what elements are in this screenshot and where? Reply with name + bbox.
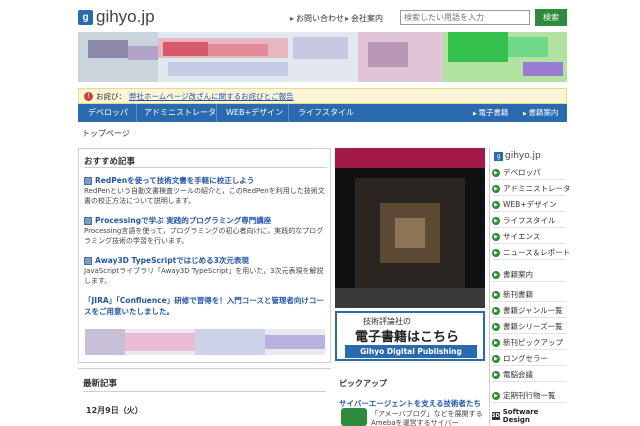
article-icon: [84, 256, 92, 265]
sidebar: g gihyo.jp ▶ デベロッパ ▶ アドミニストレータ ▶ WEB+デザイン ▶…: [489, 148, 571, 426]
sidebar-item-admin[interactable]: ▶ アドミニストレータ: [492, 182, 571, 196]
sidebar-item-longseller[interactable]: ▶ ロングセラー: [492, 352, 566, 366]
main-nav: デベロッパ アドミニストレータ WEB+デザイン ライフスタイル 電子書籍 書籍…: [78, 104, 567, 122]
article-icon: [84, 216, 92, 225]
latest-section: 最新記事 12月9日（火）: [78, 368, 331, 426]
sidebar-item-genres[interactable]: ▶ 書籍ジャンル一覧: [492, 304, 566, 318]
recommend-title: おすすめ記事: [84, 157, 136, 167]
search-button[interactable]: 検索: [535, 9, 567, 26]
sidebar-item-series[interactable]: ▶ 書籍シリーズ一覧: [492, 320, 566, 334]
sidebar-item-new-books[interactable]: ▶ 新刊書籍: [492, 288, 566, 302]
sidebar-item-developer[interactable]: ▶ デベロッパ: [492, 166, 566, 180]
latest-title: 最新記事: [83, 379, 118, 389]
promo-link[interactable]: 「JIRA」「Confluence」研修で習得を！入門コースと管理者向けコースを…: [84, 295, 329, 317]
notice-bar: ! お詫び： 弊社ホームページ改ざんに関するお詫びとご報告: [78, 88, 567, 104]
site-logo[interactable]: g gihyo.jp: [78, 7, 155, 27]
sidebar-item-science[interactable]: ▶ サイエンス: [492, 230, 566, 244]
sidebar-item-books[interactable]: ▶ 書籍案内: [492, 268, 566, 282]
breadcrumb: トップページ: [82, 129, 130, 138]
nav-books[interactable]: 書籍案内: [523, 104, 558, 122]
arrow-icon: ▶: [492, 306, 500, 315]
article-desc: JavaScriptライブラリ「Away3D TypeScript」を用いた，3…: [84, 267, 324, 285]
sidebar-item-lifestyle[interactable]: ▶ ライフスタイル: [492, 214, 566, 228]
arrow-icon: ▶: [492, 290, 500, 299]
logo-mark-icon: g: [78, 9, 93, 25]
article-icon: [84, 176, 92, 185]
book-cover-image[interactable]: [335, 148, 485, 308]
sidebar-item-dennou[interactable]: ▶ 電脳会議: [492, 368, 566, 382]
sidebar-item-pickup[interactable]: ▶ 新刊ピックアップ: [492, 336, 566, 350]
arrow-icon: ▶: [492, 322, 500, 331]
featured-book[interactable]: 技術評論社の 電子書籍はこちら Gihyo Digital Publishing: [335, 148, 485, 363]
article-title[interactable]: Processingで学ぶ 実践的プログラミング専門講座: [84, 215, 271, 226]
sidebar-item-periodicals[interactable]: ▶ 定期刊行物一覧: [492, 389, 566, 403]
contact-link[interactable]: お問い合わせ: [290, 13, 344, 24]
arrow-icon: ▶: [492, 354, 500, 363]
article-title[interactable]: RedPenを使って技術文書を手軽に校正しよう: [84, 175, 254, 186]
alert-icon: !: [84, 91, 93, 101]
company-link[interactable]: 会社案内: [345, 13, 383, 24]
sidebar-item-web-design[interactable]: ▶ WEB+デザイン: [492, 198, 566, 212]
arrow-icon: ▶: [492, 168, 500, 177]
nav-web-design[interactable]: WEB+デザイン: [226, 104, 283, 122]
arrow-icon: ▶: [492, 270, 500, 279]
arrow-icon: ▶: [492, 370, 500, 379]
arrow-icon: ▶: [492, 216, 500, 225]
ebook-line3: Gihyo Digital Publishing: [345, 345, 477, 358]
arrow-icon: ▶: [492, 248, 500, 257]
ebook-line2: 電子書籍はこちら: [355, 330, 460, 345]
nav-ebooks[interactable]: 電子書籍: [473, 104, 508, 122]
notice-label: お詫び：: [96, 91, 126, 101]
sd-icon: SD: [492, 412, 500, 420]
notice-link[interactable]: 弊社ホームページ改ざんに関するお詫びとご報告: [129, 91, 294, 102]
sidebar-logo[interactable]: g gihyo.jp: [494, 151, 541, 161]
article-desc: RedPenという自動文書検査ツールの紹介と，このRedPenを利用した技術文書…: [84, 187, 325, 205]
pickup-title: ピックアップ: [339, 379, 387, 388]
article-title[interactable]: Away3D TypeScriptではじめる3次元表現: [84, 255, 249, 266]
pickup-section: ピックアップ サイバーエージェントを支える技術者たち 「アメーバブログ」などを展…: [335, 368, 485, 426]
nav-lifestyle[interactable]: ライフスタイル: [298, 104, 354, 122]
arrow-icon: ▶: [492, 232, 500, 241]
arrow-icon: ▶: [492, 200, 500, 209]
logo-mark-icon: g: [494, 151, 503, 161]
recommend-section: おすすめ記事 RedPenを使って技術文書を手軽に校正しよう RedPenという…: [78, 148, 331, 363]
search-input[interactable]: [400, 10, 530, 25]
arrow-icon: ▶: [492, 338, 500, 347]
ad-banner[interactable]: [78, 32, 567, 82]
arrow-icon: ▶: [492, 184, 500, 193]
ebook-banner[interactable]: 技術評論社の 電子書籍はこちら Gihyo Digital Publishing: [335, 311, 485, 361]
logo-text: gihyo.jp: [96, 7, 155, 26]
software-design-link[interactable]: SD Software Design: [492, 408, 566, 424]
pickup-image[interactable]: [341, 408, 367, 426]
arrow-icon: ▶: [492, 391, 500, 400]
pickup-text: 「アメーバブログ」などを展開するAmebaを運営するサイバー: [371, 410, 483, 426]
sidebar-item-news[interactable]: ▶ ニュース＆レポート: [492, 246, 570, 260]
latest-date: 12月9日（火）: [86, 406, 143, 415]
nav-admin[interactable]: アドミニストレータ: [144, 104, 216, 122]
mini-ad-banner[interactable]: [85, 329, 325, 355]
nav-developer[interactable]: デベロッパ: [88, 104, 128, 122]
article-desc: Processing言語を使って，プログラミングの初心者向けに，実践的なプログラ…: [84, 227, 324, 245]
